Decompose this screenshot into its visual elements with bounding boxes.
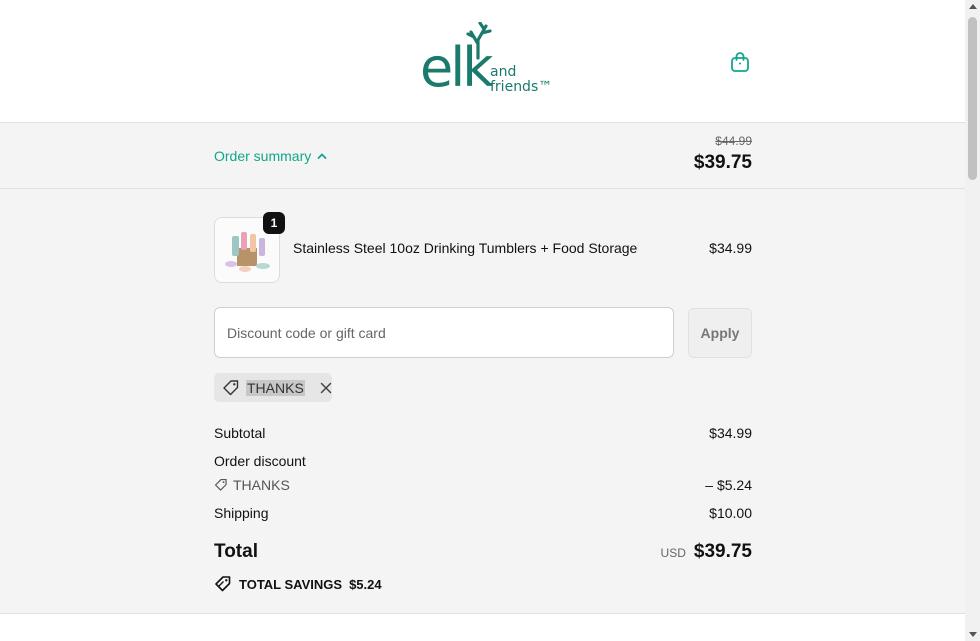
product-name: Stainless Steel 10oz Drinking Tumblers +… [293, 240, 638, 256]
subtotal-value: $34.99 [709, 425, 752, 441]
elk-and-friends-logo[interactable]: elk and friends™ [420, 22, 552, 102]
logo-wordmark: elk [420, 36, 493, 99]
close-icon [320, 382, 332, 393]
summary-total: $39.75 [693, 152, 752, 173]
tag-icon [214, 478, 227, 491]
total-amount: USD $39.75 [661, 541, 752, 563]
page-bottom [0, 614, 965, 641]
savings-tag-icon [215, 576, 231, 592]
discount-code-text: THANKS [233, 477, 290, 493]
order-summary-toggle[interactable]: Order summary [214, 148, 327, 164]
total-label: Total [214, 541, 258, 562]
currency-code: USD [660, 546, 686, 560]
total-value: $39.75 [693, 541, 752, 562]
applied-discount-code: THANKS [246, 379, 305, 396]
total-savings: TOTAL SAVINGS $5.24 [214, 575, 382, 593]
header: elk and friends™ [0, 0, 965, 123]
order-discount-row: Order discount [214, 453, 752, 469]
apply-discount-button[interactable]: Apply [688, 308, 752, 358]
discount-code-input[interactable] [214, 307, 674, 358]
order-summary-content: 1 Stainless Steel 10oz Drinking Tumblers… [0, 189, 965, 614]
order-summary-bar: Order summary $44.99 $39.75 [0, 123, 965, 189]
page-scrollbar[interactable] [965, 0, 980, 641]
cart-button[interactable] [728, 50, 752, 74]
product-price: $34.99 [709, 240, 752, 256]
subtotal-label: Subtotal [214, 425, 266, 441]
shopping-bag-icon [731, 52, 749, 72]
logo-subtitle: and friends™ [490, 64, 553, 95]
chevron-up-icon [317, 153, 327, 159]
total-savings-value: $5.24 [349, 576, 382, 592]
discount-code-label: THANKS [214, 477, 290, 493]
scroll-down-arrow-icon[interactable] [969, 632, 977, 637]
shipping-row: Shipping $10.00 [214, 505, 752, 521]
subtotal-row: Subtotal $34.99 [214, 425, 752, 441]
remove-discount-button[interactable] [320, 382, 332, 394]
compare-at-price: $44.99 [715, 134, 752, 148]
discount-value: – $5.24 [705, 477, 752, 493]
scrollbar-thumb[interactable] [968, 17, 977, 180]
shipping-value: $10.00 [709, 505, 752, 521]
tag-icon [223, 379, 239, 395]
applied-discount-chip: THANKS [214, 373, 332, 402]
quantity-badge: 1 [263, 212, 285, 234]
discount-code-row: THANKS – $5.24 [214, 477, 752, 493]
order-summary-label: Order summary [214, 148, 312, 164]
shipping-label: Shipping [214, 505, 269, 521]
total-row: Total USD $39.75 [214, 541, 752, 563]
scroll-up-arrow-icon[interactable] [969, 4, 977, 9]
total-savings-label: TOTAL SAVINGS [239, 576, 343, 592]
order-discount-label: Order discount [214, 453, 306, 469]
